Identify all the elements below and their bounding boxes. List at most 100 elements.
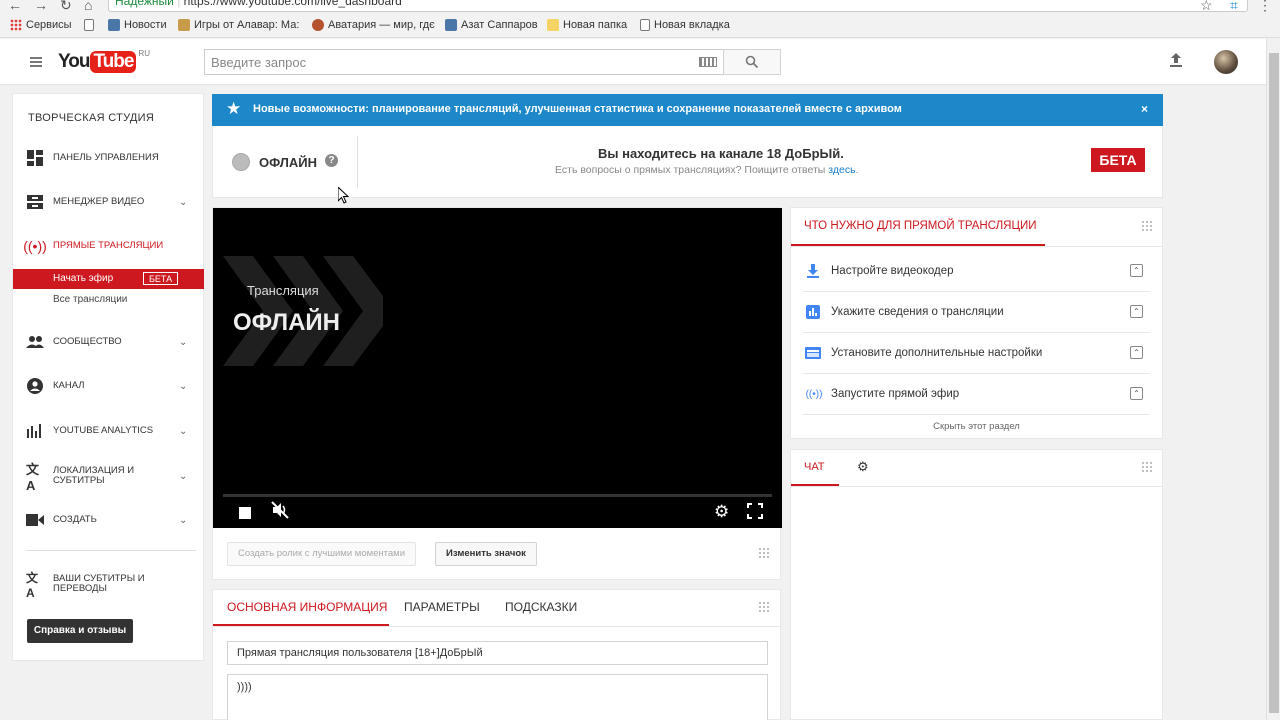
youtube-logo[interactable]: You Tube RU bbox=[58, 49, 150, 75]
stream-title-input[interactable] bbox=[227, 641, 768, 665]
drag-handle-icon[interactable] bbox=[758, 547, 770, 559]
bookmark-label: Аватария — мир, гдє bbox=[328, 19, 435, 31]
keyboard-icon[interactable] bbox=[699, 57, 717, 67]
bookmark-label: Новая вкладка bbox=[654, 19, 730, 31]
sidebar-title: ТВОРЧЕСКАЯ СТУДИЯ bbox=[28, 112, 155, 124]
mouse-cursor-icon bbox=[337, 185, 350, 207]
search-input[interactable]: Введите запрос bbox=[204, 49, 724, 75]
search-button[interactable] bbox=[723, 49, 781, 75]
chevron-down-icon[interactable]: ⌄ bbox=[179, 337, 187, 348]
sidebar-item-channel[interactable]: КАНАЛ ⌄ bbox=[13, 372, 205, 400]
reload-icon[interactable]: ↻ bbox=[60, 0, 72, 14]
player-big-title: ОФЛАЙН bbox=[233, 309, 340, 336]
sidebar-item-label: КАНАЛ bbox=[53, 380, 85, 391]
bookmark-folder[interactable]: Новая папка bbox=[547, 19, 627, 31]
guide-menu-icon[interactable] bbox=[30, 57, 42, 67]
tab-chat[interactable]: ЧАТ bbox=[804, 461, 825, 473]
chevron-down-icon[interactable]: ⌄ bbox=[179, 197, 187, 208]
bookmark-label: Новая папка bbox=[563, 19, 628, 31]
drag-handle-icon[interactable] bbox=[758, 601, 770, 613]
sidebar-subitem-all-streams[interactable]: Все трансляции bbox=[53, 294, 127, 305]
sidebar-item-video-manager[interactable]: МЕНЕДЖЕР ВИДЕО ⌄ bbox=[13, 188, 205, 216]
close-icon[interactable]: × bbox=[1141, 102, 1148, 116]
help-icon[interactable]: ? bbox=[325, 154, 338, 167]
stop-icon[interactable] bbox=[239, 507, 251, 519]
sidebar-item-dashboard[interactable]: ПАНЕЛЬ УПРАВЛЕНИЯ bbox=[13, 144, 205, 172]
sidebar-item-community[interactable]: СООБЩЕСТВО ⌄ bbox=[13, 328, 205, 356]
faq-link[interactable]: здесь bbox=[828, 164, 855, 176]
chevron-down-icon[interactable]: ⌄ bbox=[179, 381, 187, 392]
change-thumbnail-button[interactable]: Изменить значок bbox=[435, 542, 537, 566]
collapse-icon[interactable]: ⌃ bbox=[1130, 264, 1143, 277]
fullscreen-icon[interactable] bbox=[747, 503, 763, 524]
mute-icon[interactable] bbox=[271, 501, 289, 524]
player-small-title: Трансляция bbox=[247, 283, 319, 298]
checklist-item-go-live[interactable]: ((•)) Запустите прямой эфир ⌃ bbox=[803, 374, 1150, 415]
collapse-icon[interactable]: ⌃ bbox=[1130, 387, 1143, 400]
player-progress-bar[interactable] bbox=[223, 494, 772, 497]
video-manager-icon bbox=[26, 193, 44, 211]
card-settings-icon bbox=[805, 345, 821, 361]
sidebar-item-your-subtitles[interactable]: 文A ВАШИ СУБТИТРЫ И ПЕРЕВОДЫ bbox=[13, 570, 205, 600]
bookmark-news[interactable]: Новости bbox=[108, 19, 167, 31]
checklist-item-label: Запустите прямой эфир bbox=[831, 388, 960, 400]
home-icon[interactable]: ⌂ bbox=[84, 0, 92, 13]
beta-badge: БЕТА bbox=[143, 272, 179, 285]
chevron-down-icon[interactable]: ⌄ bbox=[179, 426, 187, 437]
chevron-down-icon[interactable]: ⌄ bbox=[179, 515, 187, 526]
avatar[interactable] bbox=[1214, 50, 1238, 74]
chevron-down-icon[interactable]: ⌄ bbox=[179, 471, 187, 482]
tab-basic-info[interactable]: ОСНОВНАЯ ИНФОРМАЦИЯ bbox=[227, 600, 387, 614]
collapse-icon[interactable]: ⌃ bbox=[1130, 346, 1143, 359]
settings-gear-icon[interactable]: ⚙ bbox=[714, 502, 729, 522]
back-arrow-icon[interactable]: ← bbox=[8, 0, 22, 13]
checklist-item-info[interactable]: Укажите сведения о трансляции ⌃ bbox=[803, 292, 1150, 333]
extension-icon[interactable]: ⌗ bbox=[1230, 0, 1238, 14]
help-feedback-button[interactable]: Справка и отзывы bbox=[27, 619, 133, 643]
logo-region: RU bbox=[138, 49, 151, 58]
broadcast-icon: ((•)) bbox=[805, 388, 823, 400]
collapse-icon[interactable]: ⌃ bbox=[1130, 305, 1143, 318]
tab-checklist[interactable]: ЧТО НУЖНО ДЛЯ ПРЯМОЙ ТРАНСЛЯЦИИ bbox=[804, 220, 1037, 232]
scrollbar-thumb[interactable] bbox=[1269, 53, 1279, 713]
bookmark-new-tab[interactable]: Новая вкладка bbox=[640, 19, 730, 31]
menu-dots-icon[interactable]: ⋮ bbox=[1258, 0, 1272, 14]
bookmark-games[interactable]: Игры от Алавар: Ма: bbox=[178, 19, 299, 31]
upload-icon[interactable] bbox=[1169, 52, 1183, 73]
tab-parameters[interactable]: ПАРАМЕТРЫ bbox=[404, 600, 480, 614]
scrollbar[interactable] bbox=[1266, 39, 1280, 720]
download-icon bbox=[805, 263, 821, 279]
bookmark-page[interactable] bbox=[84, 19, 94, 31]
sidebar-item-live[interactable]: ((•)) ПРЯМЫЕ ТРАНСЛЯЦИИ bbox=[13, 232, 205, 260]
hide-section-link[interactable]: Скрыть этот раздел bbox=[791, 421, 1162, 432]
drag-handle-icon[interactable] bbox=[1141, 461, 1153, 473]
bookmark-apps[interactable]: Сервисы bbox=[10, 19, 72, 31]
sidebar-item-localization[interactable]: 文A ЛОКАЛИЗАЦИЯ И СУБТИТРЫ ⌄ bbox=[13, 462, 205, 493]
drag-handle-icon[interactable] bbox=[1141, 220, 1153, 232]
video-player[interactable]: Трансляция ОФЛАЙН ⚙ bbox=[213, 208, 782, 528]
analytics-icon bbox=[26, 422, 44, 440]
tab-hints[interactable]: ПОДСКАЗКИ bbox=[505, 600, 577, 614]
sidebar-divider bbox=[26, 550, 196, 551]
chat-settings-gear-icon[interactable]: ⚙ bbox=[857, 459, 869, 475]
checklist-item-encoder[interactable]: Настройте видеокодер ⌃ bbox=[803, 251, 1150, 292]
secure-label: Надежный bbox=[115, 0, 174, 8]
stream-description-input[interactable]: )))) bbox=[227, 674, 768, 720]
sidebar-item-create[interactable]: СОЗДАТЬ ⌄ bbox=[13, 506, 205, 534]
faq-text: Есть вопросы о прямых трансляциях? Поищи… bbox=[555, 164, 858, 176]
create-highlights-button[interactable]: Создать ролик с лучшими моментами bbox=[227, 542, 417, 566]
translate-icon: 文A bbox=[26, 462, 40, 493]
apps-grid-icon bbox=[10, 19, 22, 31]
checklist-item-settings[interactable]: Установите дополнительные настройки ⌃ bbox=[803, 333, 1150, 374]
bookmark-star-icon[interactable]: ☆ bbox=[1200, 0, 1213, 14]
beta-badge: БЕТА bbox=[1091, 148, 1145, 172]
sidebar-item-analytics[interactable]: YOUTUBE ANALYTICS ⌄ bbox=[13, 417, 205, 445]
bookmark-avataria[interactable]: Аватария — мир, гдє bbox=[312, 19, 435, 31]
checklist-item-label: Укажите сведения о трансляции bbox=[831, 306, 1004, 318]
bookmark-azat[interactable]: Азат Саппаров bbox=[445, 19, 538, 31]
youtube-header: You Tube RU Введите запрос bbox=[0, 39, 1266, 85]
sidebar-subitem-start-stream[interactable]: Начать эфир БЕТА bbox=[13, 269, 204, 289]
info-chart-icon bbox=[805, 304, 821, 320]
forward-arrow-icon[interactable]: → bbox=[34, 0, 48, 13]
address-bar[interactable]: Надежный | https://www.youtube.com/live_… bbox=[108, 0, 1248, 12]
